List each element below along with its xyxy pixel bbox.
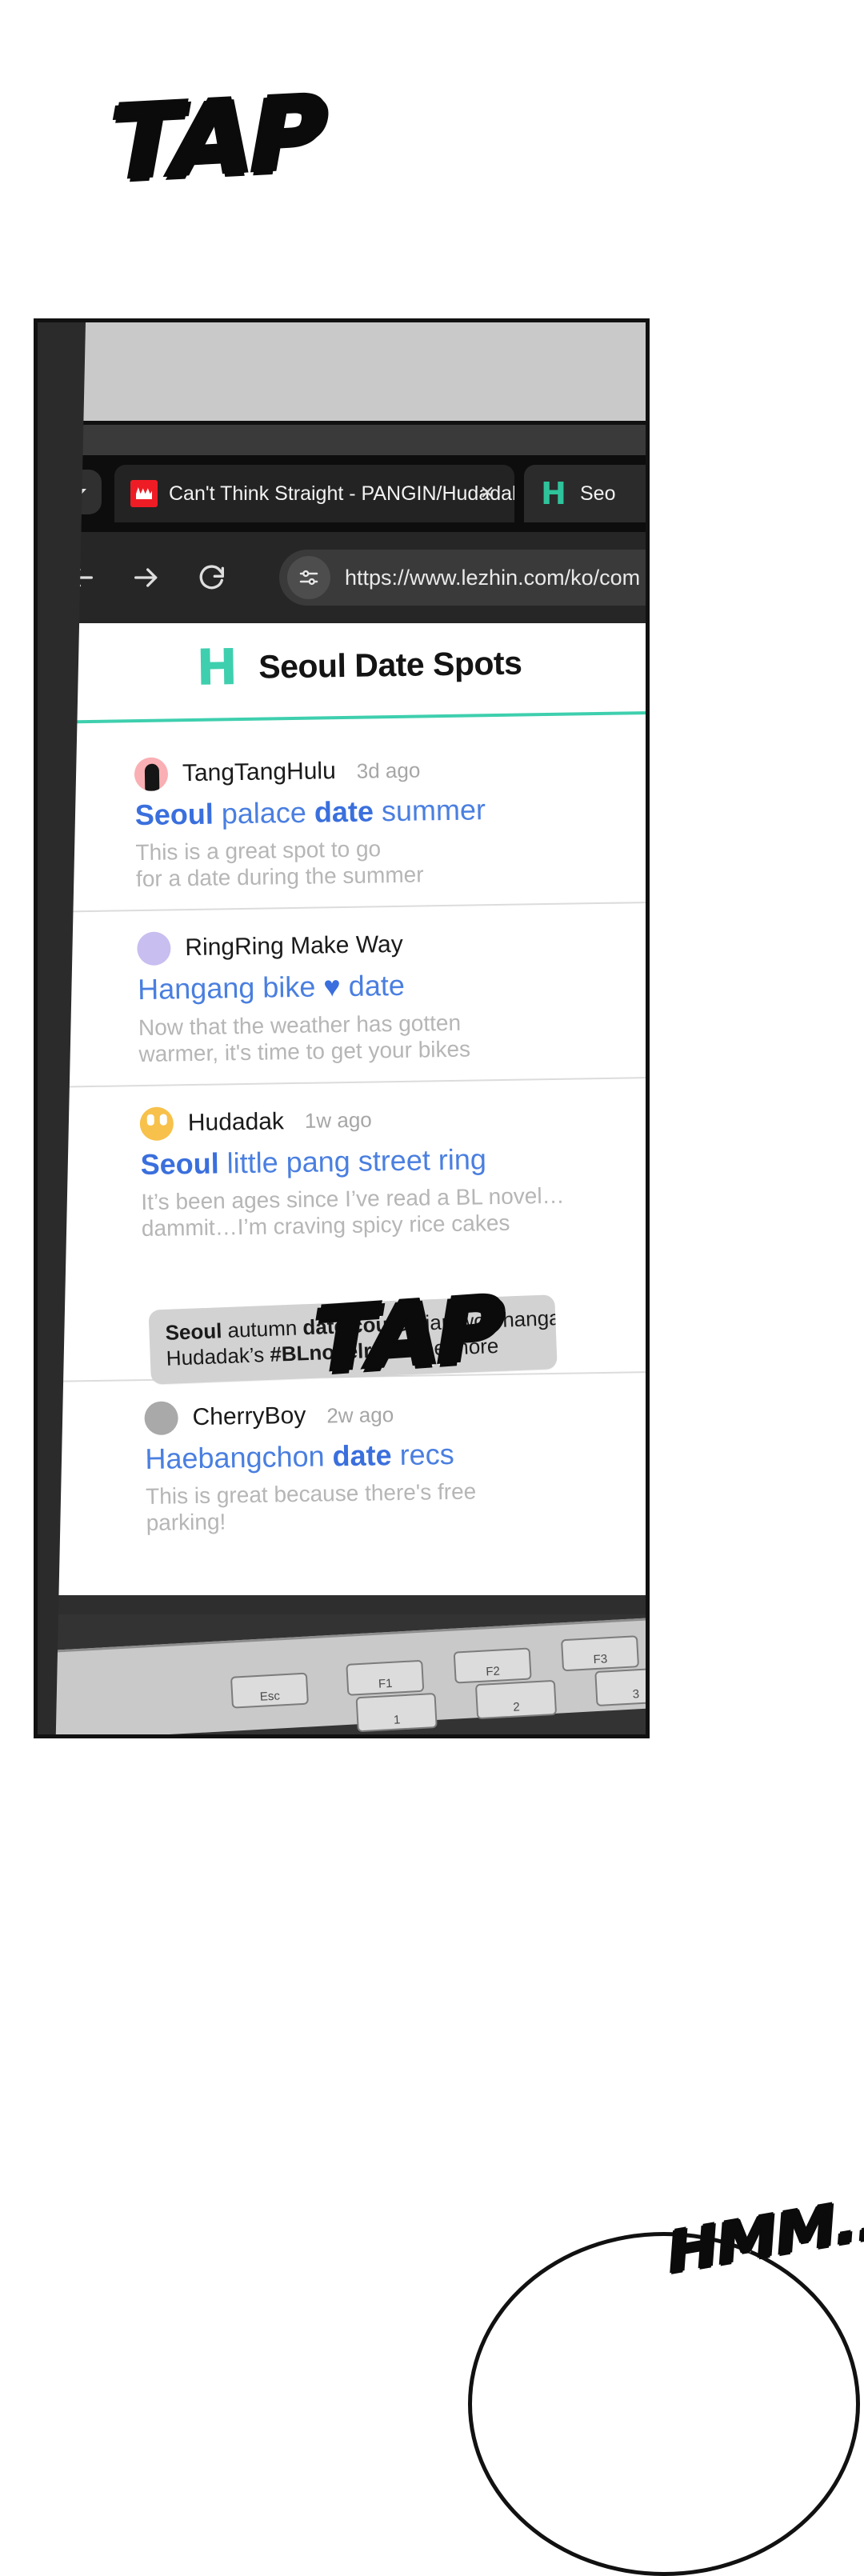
post-username: Hudadak xyxy=(187,1107,285,1136)
site-header: H Seoul Date Spots xyxy=(42,623,646,718)
screen-bottom-shadow xyxy=(38,1595,646,1614)
page-content: H Seoul Date Spots TangTangHulu 3d ago S… xyxy=(42,623,646,1622)
post-timestamp: 3d ago xyxy=(356,758,421,783)
browser-chrome: Can't Think Straight - PANGIN/Hudadak × … xyxy=(38,455,646,623)
browser-tab-second-title: Seo xyxy=(580,482,616,505)
sfx-tap-top: TAP xyxy=(99,74,337,206)
page-viewport: H Seoul Date Spots TangTangHulu 3d ago S… xyxy=(38,623,646,1622)
post-timestamp: 1w ago xyxy=(304,1107,372,1134)
key-2[interactable]: 2 xyxy=(474,1679,558,1720)
laptop-lid-bezel xyxy=(38,322,646,425)
page-title: Seoul Date Spots xyxy=(258,644,522,686)
post-title[interactable]: Seoul little pang street ring xyxy=(140,1141,638,1181)
omnibox[interactable]: https://www.lezhin.com/ko/com xyxy=(279,550,646,606)
key-f2[interactable]: F2 xyxy=(453,1647,532,1684)
speech-bubble-arc xyxy=(468,2232,860,2576)
avatar xyxy=(139,1106,174,1141)
arrow-right-icon[interactable] xyxy=(124,555,169,600)
post-meta: Hudadak 1w ago xyxy=(139,1099,638,1141)
site-settings-icon[interactable] xyxy=(287,556,330,599)
avatar xyxy=(134,757,169,792)
list-item[interactable]: CherryBoy 2w ago Haebangchon date recs T… xyxy=(54,1370,646,1556)
post-meta: RingRing Make Way xyxy=(137,925,635,966)
address-bar-url: https://www.lezhin.com/ko/com xyxy=(345,565,641,590)
browser-tab-title: Can't Think Straight - PANGIN/Hudadak xyxy=(169,482,514,505)
comic-panel-stage: TAP Can't Think Straight - PANGIN/Hudada… xyxy=(0,0,864,2576)
key-1[interactable]: 1 xyxy=(355,1692,438,1733)
key-f3[interactable]: F3 xyxy=(561,1635,640,1672)
post-title[interactable]: Seoul palace date summer xyxy=(134,791,633,831)
browser-toolbar: https://www.lezhin.com/ko/com xyxy=(38,532,646,623)
browser-tabstrip: Can't Think Straight - PANGIN/Hudadak × … xyxy=(38,455,646,532)
list-item[interactable]: RingRing Make Way Hangang bike ♥ date No… xyxy=(46,902,646,1086)
post-title[interactable]: Hangang bike ♥ date xyxy=(138,966,636,1006)
lezhin-favicon xyxy=(130,480,158,507)
keyboard-deck: Esc F1 F2 F3 1 2 3 xyxy=(38,1614,646,1734)
post-title[interactable]: Haebangchon date recs xyxy=(145,1435,643,1475)
post-feed: TangTangHulu 3d ago Seoul palace date su… xyxy=(44,714,646,1556)
key-esc[interactable]: Esc xyxy=(230,1672,309,1709)
laptop-keyboard-base: Esc F1 F2 F3 1 2 3 xyxy=(38,1614,646,1734)
post-timestamp: 2w ago xyxy=(326,1402,394,1428)
site-h-logo-icon: H xyxy=(541,476,566,511)
browser-tab-active[interactable]: Can't Think Straight - PANGIN/Hudadak × xyxy=(114,465,514,522)
post-meta: CherryBoy 2w ago xyxy=(144,1394,642,1436)
site-logo: H xyxy=(195,638,238,697)
avatar xyxy=(144,1401,178,1436)
tab-close-icon[interactable]: × xyxy=(474,481,500,506)
key-3[interactable]: 3 xyxy=(594,1666,646,1707)
browser-tab-second[interactable]: H Seo xyxy=(524,465,646,522)
key-f1[interactable]: F1 xyxy=(346,1659,425,1696)
post-username: RingRing Make Way xyxy=(185,931,403,962)
sfx-tap-bottom: TAP xyxy=(305,1277,510,1396)
avatar xyxy=(137,931,171,966)
reload-icon[interactable] xyxy=(190,555,234,600)
laptop-device: Can't Think Straight - PANGIN/Hudadak × … xyxy=(34,318,650,1738)
post-username: CherryBoy xyxy=(192,1402,306,1431)
post-meta: TangTangHulu 3d ago xyxy=(134,750,633,792)
list-item[interactable]: TangTangHulu 3d ago Seoul palace date su… xyxy=(44,729,646,911)
post-username: TangTangHulu xyxy=(182,758,337,787)
